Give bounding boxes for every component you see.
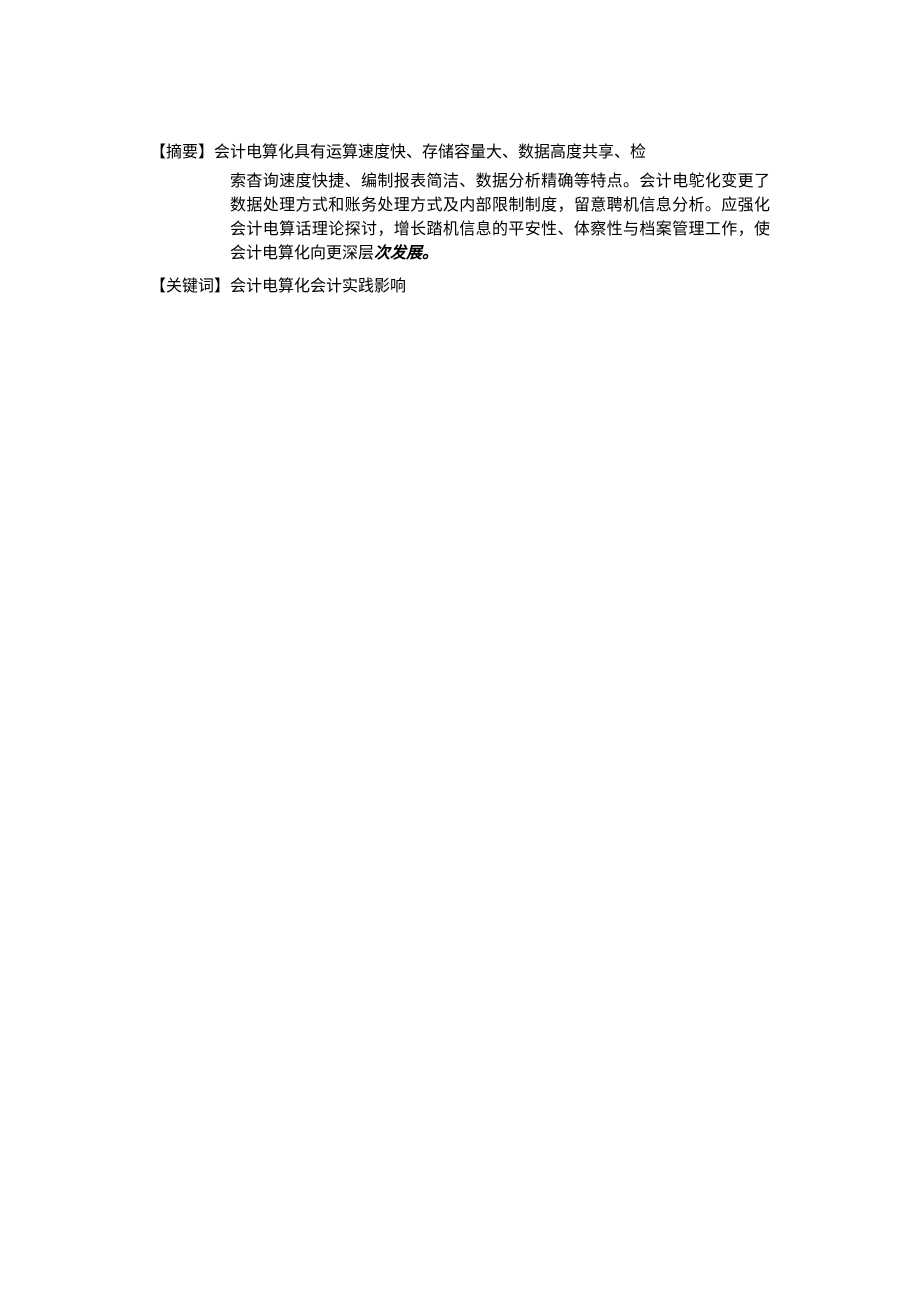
- keywords-section: 【关键词】会计电算化会计实践影响: [150, 274, 770, 300]
- abstract-line1-text: 会计电算化具有运算速度快、存储容量大、数据高度共享、检: [214, 144, 646, 161]
- abstract-section: 【摘要】会计电算化具有运算速度快、存储容量大、数据高度共享、检 索杳询速度快捷、…: [150, 140, 770, 266]
- abstract-emphasis: 次发展。: [374, 245, 438, 262]
- abstract-body: 索杳询速度快捷、编制报表简洁、数据分析精确等特点。会计电鸵化变更了数据处理方式和…: [150, 170, 770, 266]
- keywords-text: 会计电算化会计实践影响: [230, 278, 406, 295]
- document-page: 【摘要】会计电算化具有运算速度快、存储容量大、数据高度共享、检 索杳询速度快捷、…: [0, 0, 920, 299]
- keywords-label: 【关键词】: [150, 278, 230, 295]
- abstract-label: 【摘要】: [150, 144, 214, 161]
- abstract-first-line: 【摘要】会计电算化具有运算速度快、存储容量大、数据高度共享、检: [150, 140, 770, 166]
- abstract-body-text: 索杳询速度快捷、编制报表简洁、数据分析精确等特点。会计电鸵化变更了数据处理方式和…: [230, 173, 770, 262]
